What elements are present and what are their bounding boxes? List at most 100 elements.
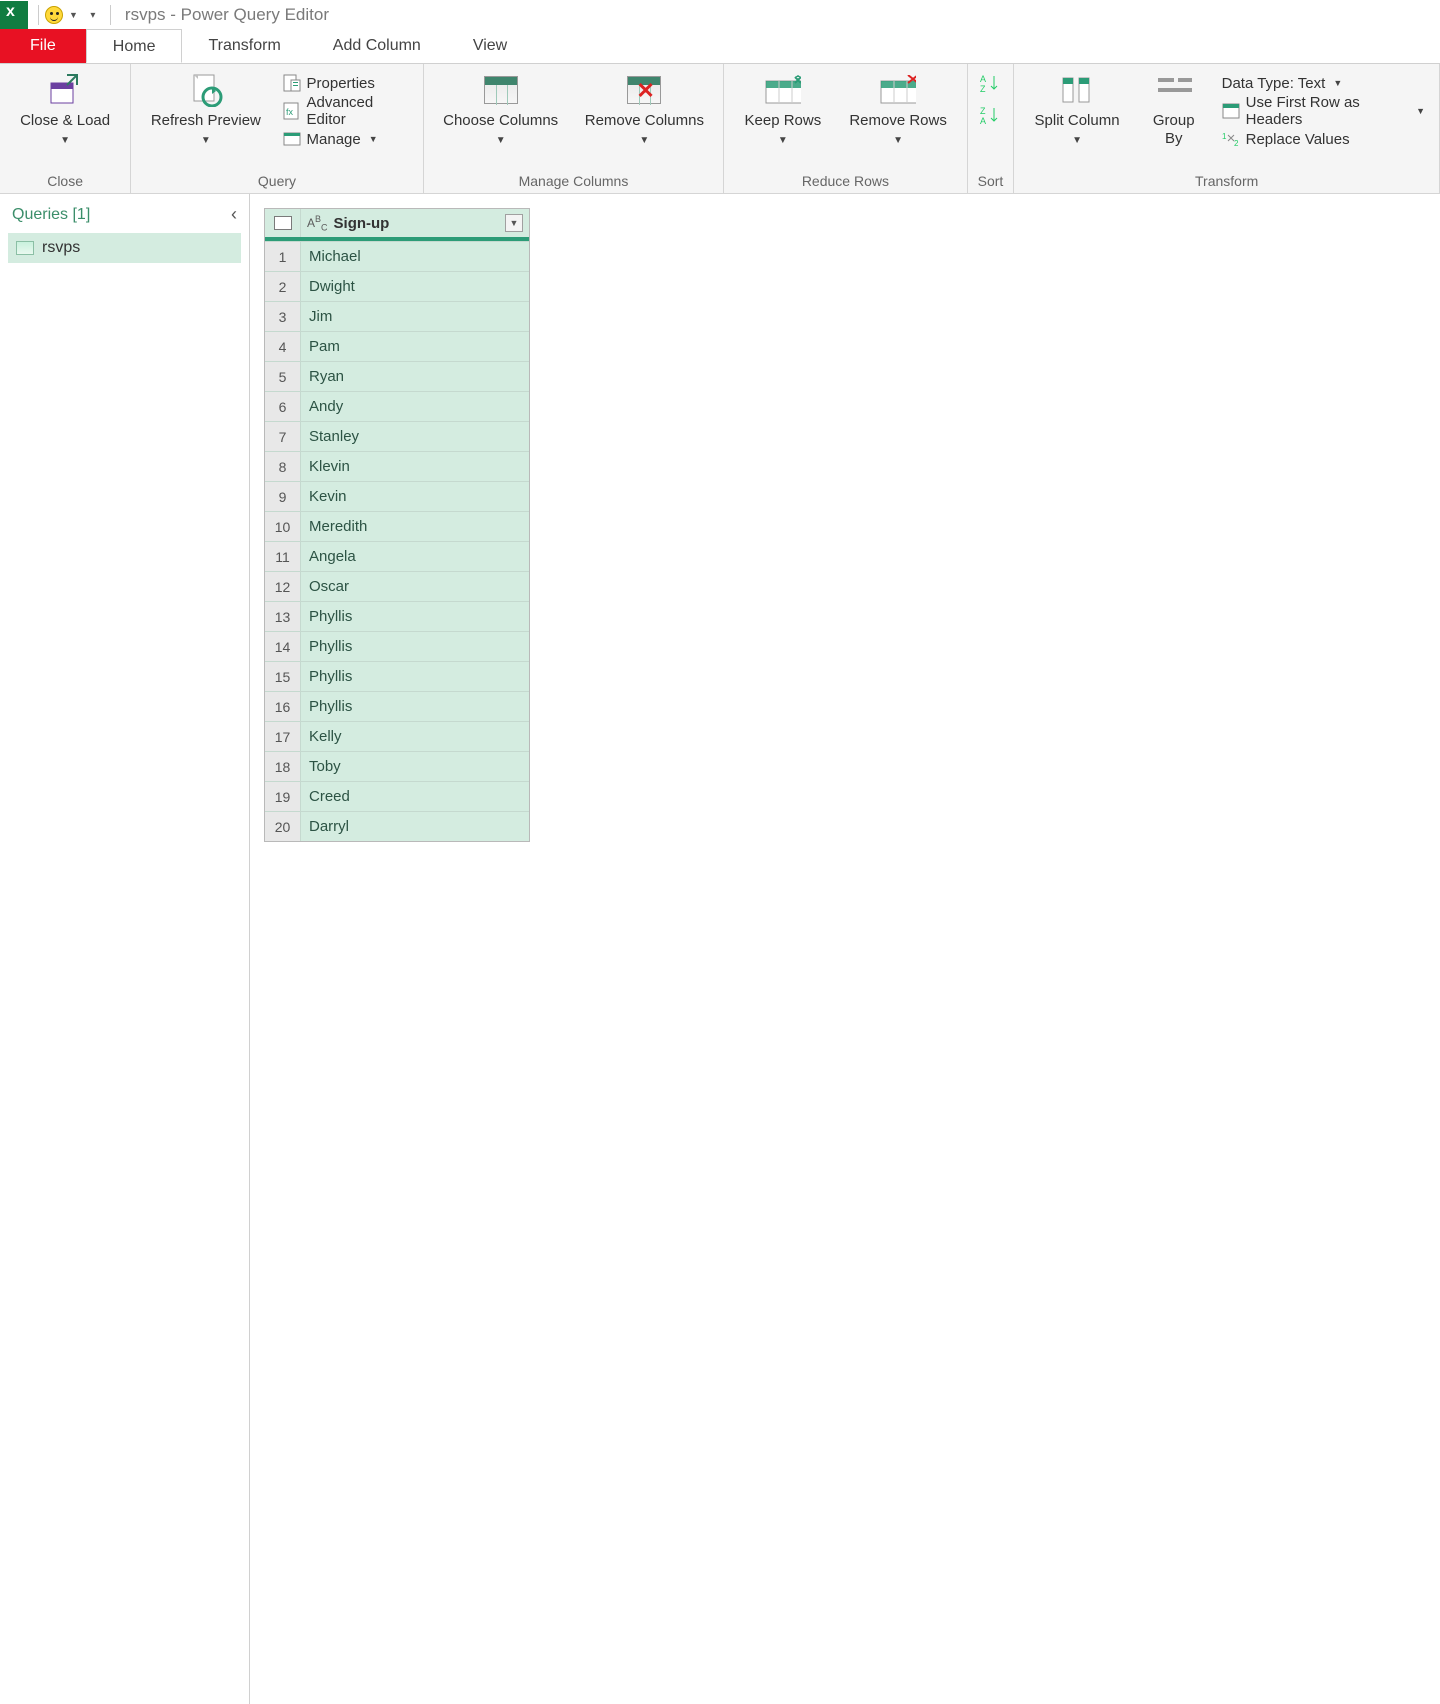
tab-add-column[interactable]: Add Column <box>307 29 447 63</box>
split-column-icon <box>1059 72 1095 108</box>
close-and-load-button[interactable]: Close & Load ▼ <box>10 70 120 150</box>
remove-columns-label: Remove Columns <box>585 112 704 129</box>
properties-button[interactable]: Properties <box>279 70 413 96</box>
headers-icon <box>1222 102 1240 120</box>
table-row[interactable]: 16Phyllis <box>265 691 529 721</box>
chevron-down-icon[interactable]: ▼ <box>69 10 78 20</box>
row-number: 19 <box>265 781 301 811</box>
cell-signup[interactable]: Phyllis <box>301 691 529 721</box>
cell-signup[interactable]: Dwight <box>301 271 529 301</box>
table-row[interactable]: 11Angela <box>265 541 529 571</box>
select-all-cell[interactable] <box>265 209 301 237</box>
tab-view[interactable]: View <box>447 29 533 63</box>
queries-pane: Queries [1] ‹ rsvps <box>0 194 250 1704</box>
table-row[interactable]: 9Kevin <box>265 481 529 511</box>
row-number: 5 <box>265 361 301 391</box>
table-row[interactable]: 8Klevin <box>265 451 529 481</box>
cell-signup[interactable]: Phyllis <box>301 601 529 631</box>
choose-columns-icon <box>483 72 519 108</box>
group-label-sort: Sort <box>978 171 1004 191</box>
sort-asc-button[interactable]: AZ <box>978 70 1000 96</box>
table-row[interactable]: 4Pam <box>265 331 529 361</box>
cell-signup[interactable]: Phyllis <box>301 631 529 661</box>
svg-text:A: A <box>980 74 986 84</box>
smiley-icon[interactable] <box>45 6 63 24</box>
collapse-pane-icon[interactable]: ‹ <box>231 204 237 225</box>
data-type-button[interactable]: Data Type: Text ▼ <box>1218 70 1429 96</box>
svg-text:1: 1 <box>1222 132 1227 141</box>
table-row[interactable]: 18Toby <box>265 751 529 781</box>
table-row[interactable]: 12Oscar <box>265 571 529 601</box>
advanced-editor-button[interactable]: fx Advanced Editor <box>279 98 413 124</box>
keep-rows-button[interactable]: Keep Rows ▼ <box>734 70 831 150</box>
sort-desc-button[interactable]: ZA <box>978 102 1000 128</box>
close-load-label: Close & Load <box>20 112 110 129</box>
cell-signup[interactable]: Kevin <box>301 481 529 511</box>
column-filter-button[interactable]: ▼ <box>505 214 523 232</box>
table-row[interactable]: 2Dwight <box>265 271 529 301</box>
group-label-transform: Transform <box>1024 171 1429 191</box>
cell-signup[interactable]: Pam <box>301 331 529 361</box>
cell-signup[interactable]: Stanley <box>301 421 529 451</box>
group-by-button[interactable]: Group By <box>1138 70 1210 150</box>
queries-header: Queries [1] ‹ <box>8 202 241 233</box>
tab-transform[interactable]: Transform <box>182 29 306 63</box>
remove-rows-button[interactable]: Remove Rows ▼ <box>840 70 957 150</box>
row-number: 20 <box>265 811 301 841</box>
table-row[interactable]: 3Jim <box>265 301 529 331</box>
data-type-label: Data Type: Text <box>1222 75 1326 92</box>
table-row[interactable]: 15Phyllis <box>265 661 529 691</box>
cell-signup[interactable]: Oscar <box>301 571 529 601</box>
cell-signup[interactable]: Phyllis <box>301 661 529 691</box>
divider <box>38 5 39 25</box>
row-number: 13 <box>265 601 301 631</box>
manage-button[interactable]: Manage ▼ <box>279 126 413 152</box>
cell-signup[interactable]: Angela <box>301 541 529 571</box>
table-row[interactable]: 10Meredith <box>265 511 529 541</box>
cell-signup[interactable]: Toby <box>301 751 529 781</box>
table-row[interactable]: 7Stanley <box>265 421 529 451</box>
remove-columns-button[interactable]: ✕ Remove Columns ▼ <box>576 70 714 150</box>
table-row[interactable]: 14Phyllis <box>265 631 529 661</box>
advanced-editor-label: Advanced Editor <box>307 94 409 128</box>
replace-values-button[interactable]: 12 Replace Values <box>1218 126 1429 152</box>
cell-signup[interactable]: Michael <box>301 241 529 271</box>
table-row[interactable]: 20Darryl <box>265 811 529 841</box>
table-row[interactable]: 6Andy <box>265 391 529 421</box>
cell-signup[interactable]: Kelly <box>301 721 529 751</box>
cell-signup[interactable]: Jim <box>301 301 529 331</box>
tab-home[interactable]: Home <box>86 29 183 63</box>
table-row[interactable]: 13Phyllis <box>265 601 529 631</box>
table-row[interactable]: 17Kelly <box>265 721 529 751</box>
cell-signup[interactable]: Creed <box>301 781 529 811</box>
table-row[interactable]: 5Ryan <box>265 361 529 391</box>
properties-icon <box>283 74 301 92</box>
tab-file[interactable]: File <box>0 29 86 63</box>
ribbon-group-close: Close & Load ▼ Close <box>0 64 131 193</box>
cell-signup[interactable]: Meredith <box>301 511 529 541</box>
remove-rows-icon <box>880 72 916 108</box>
cell-signup[interactable]: Andy <box>301 391 529 421</box>
table-row[interactable]: 1Michael <box>265 241 529 271</box>
first-row-headers-button[interactable]: Use First Row as Headers ▼ <box>1218 98 1429 124</box>
preview-table: ABC Sign-up ▼ 1Michael2Dwight3Jim4Pam5Ry… <box>264 208 530 842</box>
remove-rows-label: Remove Rows <box>849 112 947 129</box>
cell-signup[interactable]: Ryan <box>301 361 529 391</box>
row-number: 4 <box>265 331 301 361</box>
cell-signup[interactable]: Klevin <box>301 451 529 481</box>
qat-customize-icon[interactable]: ▾ <box>86 8 100 22</box>
svg-text:Z: Z <box>980 106 986 116</box>
choose-columns-label: Choose Columns <box>443 112 558 129</box>
split-column-button[interactable]: Split Column ▼ <box>1024 70 1130 150</box>
row-number: 17 <box>265 721 301 751</box>
choose-columns-button[interactable]: Choose Columns ▼ <box>434 70 568 150</box>
sort-desc-icon: ZA <box>980 106 998 124</box>
refresh-preview-button[interactable]: Refresh Preview ▼ <box>141 70 270 150</box>
table-row[interactable]: 19Creed <box>265 781 529 811</box>
row-number: 11 <box>265 541 301 571</box>
row-number: 7 <box>265 421 301 451</box>
keep-rows-icon <box>765 72 801 108</box>
query-item-rsvps[interactable]: rsvps <box>8 233 241 263</box>
column-header-signup[interactable]: ABC Sign-up ▼ <box>301 209 529 237</box>
cell-signup[interactable]: Darryl <box>301 811 529 841</box>
